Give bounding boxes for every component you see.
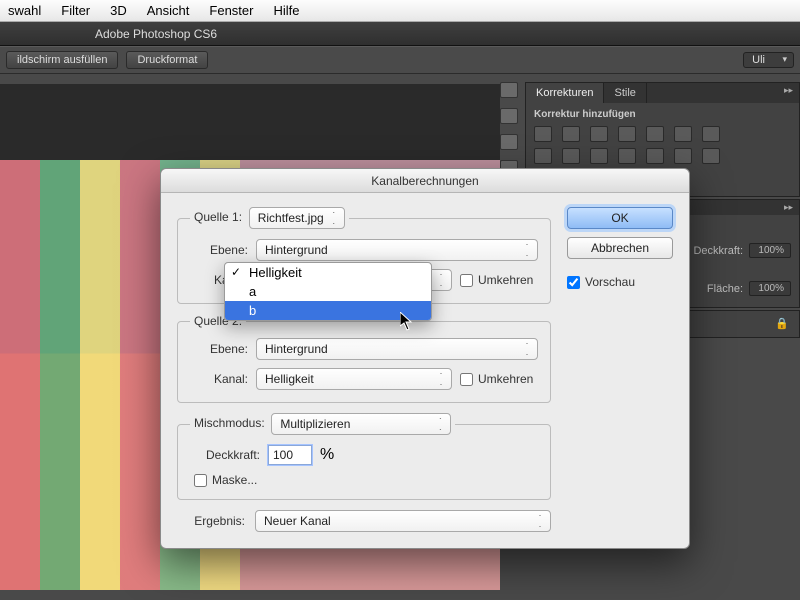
opacity-label: Deckkraft:: [693, 245, 743, 257]
source1-invert-checkbox[interactable]: [460, 274, 473, 287]
mask-checkbox[interactable]: [194, 474, 207, 487]
menu-item[interactable]: Ansicht: [147, 3, 190, 18]
optionbar: ildschirm ausfüllen Druckformat Uli: [0, 46, 800, 74]
preview-option[interactable]: Vorschau: [567, 275, 673, 289]
source2-channel-select[interactable]: Helligkeit: [256, 368, 452, 390]
collapse-icon[interactable]: ▸▸: [778, 83, 799, 103]
app-title: Adobe Photoshop CS6: [95, 27, 217, 41]
panel-icon[interactable]: [500, 82, 518, 98]
result-select[interactable]: Neuer Kanal: [255, 510, 551, 532]
panel-icon[interactable]: [500, 108, 518, 124]
opacity-input[interactable]: [268, 445, 312, 465]
user-selector[interactable]: Uli: [743, 52, 794, 68]
fit-screen-button[interactable]: ildschirm ausfüllen: [6, 51, 118, 69]
fill-value[interactable]: 100%: [749, 281, 791, 296]
source2-layer-select[interactable]: Hintergrund: [256, 338, 538, 360]
result-label: Ergebnis:: [177, 514, 245, 528]
invert-label: Umkehren: [478, 273, 533, 287]
adj-icon[interactable]: [646, 148, 664, 164]
source1-invert[interactable]: Umkehren: [460, 273, 533, 287]
mask-option[interactable]: Maske...: [194, 473, 257, 487]
curves-icon[interactable]: [590, 126, 608, 142]
source2-invert-checkbox[interactable]: [460, 373, 473, 386]
dialog-title: Kanalberechnungen: [161, 169, 689, 193]
blend-mode-select[interactable]: Multiplizieren: [271, 413, 451, 435]
adjustment-row: [534, 148, 791, 164]
dropdown-option[interactable]: Helligkeit: [225, 263, 431, 282]
mouse-cursor-icon: [400, 312, 414, 332]
dropdown-option[interactable]: a: [225, 282, 431, 301]
invert-label: Umkehren: [478, 372, 533, 386]
percent-label: %: [320, 446, 334, 464]
adjustment-row: [534, 126, 791, 142]
source1-legend: Quelle 1: Richtfest.jpg: [190, 207, 349, 229]
adj-icon[interactable]: [590, 148, 608, 164]
menu-item[interactable]: 3D: [110, 3, 127, 18]
os-menubar[interactable]: swahl Filter 3D Ansicht Fenster Hilfe: [0, 0, 800, 22]
blend-legend: Mischmodus: Multiplizieren: [190, 413, 455, 435]
calculations-dialog: Kanalberechnungen Quelle 1: Richtfest.jp…: [160, 168, 690, 549]
preview-checkbox[interactable]: [567, 276, 580, 289]
adj-icon[interactable]: [702, 126, 720, 142]
source2-group: Quelle 2: Ebene: Hintergrund Kanal: Hell…: [177, 314, 551, 403]
cancel-button[interactable]: Abbrechen: [567, 237, 673, 259]
adj-icon[interactable]: [562, 148, 580, 164]
user-name[interactable]: Uli: [743, 52, 794, 68]
mask-label: Maske...: [212, 473, 257, 487]
panel-icon[interactable]: [500, 134, 518, 150]
tab-stile[interactable]: Stile: [604, 83, 646, 103]
result-row: Ergebnis: Neuer Kanal: [177, 510, 551, 532]
lock-icon[interactable]: 🔒: [775, 317, 789, 330]
adj-icon[interactable]: [534, 148, 552, 164]
source2-invert[interactable]: Umkehren: [460, 372, 533, 386]
channel-label: Kanal:: [190, 372, 248, 386]
adj-icon[interactable]: [674, 126, 692, 142]
menu-item[interactable]: Fenster: [209, 3, 253, 18]
adj-icon[interactable]: [674, 148, 692, 164]
ok-button[interactable]: OK: [567, 207, 673, 229]
vibrance-icon[interactable]: [646, 126, 664, 142]
blend-group: Mischmodus: Multiplizieren Deckkraft: % …: [177, 413, 551, 500]
layer-label: Ebene:: [190, 342, 248, 356]
adj-icon[interactable]: [702, 148, 720, 164]
preview-label: Vorschau: [585, 275, 635, 289]
menu-item[interactable]: swahl: [8, 3, 41, 18]
adj-icon[interactable]: [618, 148, 636, 164]
collapse-icon[interactable]: ▸▸: [778, 200, 799, 215]
layer-label: Ebene:: [190, 243, 248, 257]
print-size-button[interactable]: Druckformat: [126, 51, 208, 69]
opacity-value[interactable]: 100%: [749, 243, 791, 258]
menu-item[interactable]: Filter: [61, 3, 90, 18]
dock-icons: [497, 82, 521, 176]
source1-layer-select[interactable]: Hintergrund: [256, 239, 538, 261]
levels-icon[interactable]: [562, 126, 580, 142]
menu-item[interactable]: Hilfe: [273, 3, 299, 18]
app-titlebar: Adobe Photoshop CS6: [0, 22, 800, 46]
adjustments-subtitle: Korrektur hinzufügen: [534, 109, 791, 120]
source1-file-select[interactable]: Richtfest.jpg: [249, 207, 345, 229]
fill-label: Fläche:: [707, 283, 743, 295]
opacity-label: Deckkraft:: [190, 448, 260, 462]
tab-korrekturen[interactable]: Korrekturen: [526, 83, 604, 103]
exposure-icon[interactable]: [618, 126, 636, 142]
brightness-icon[interactable]: [534, 126, 552, 142]
